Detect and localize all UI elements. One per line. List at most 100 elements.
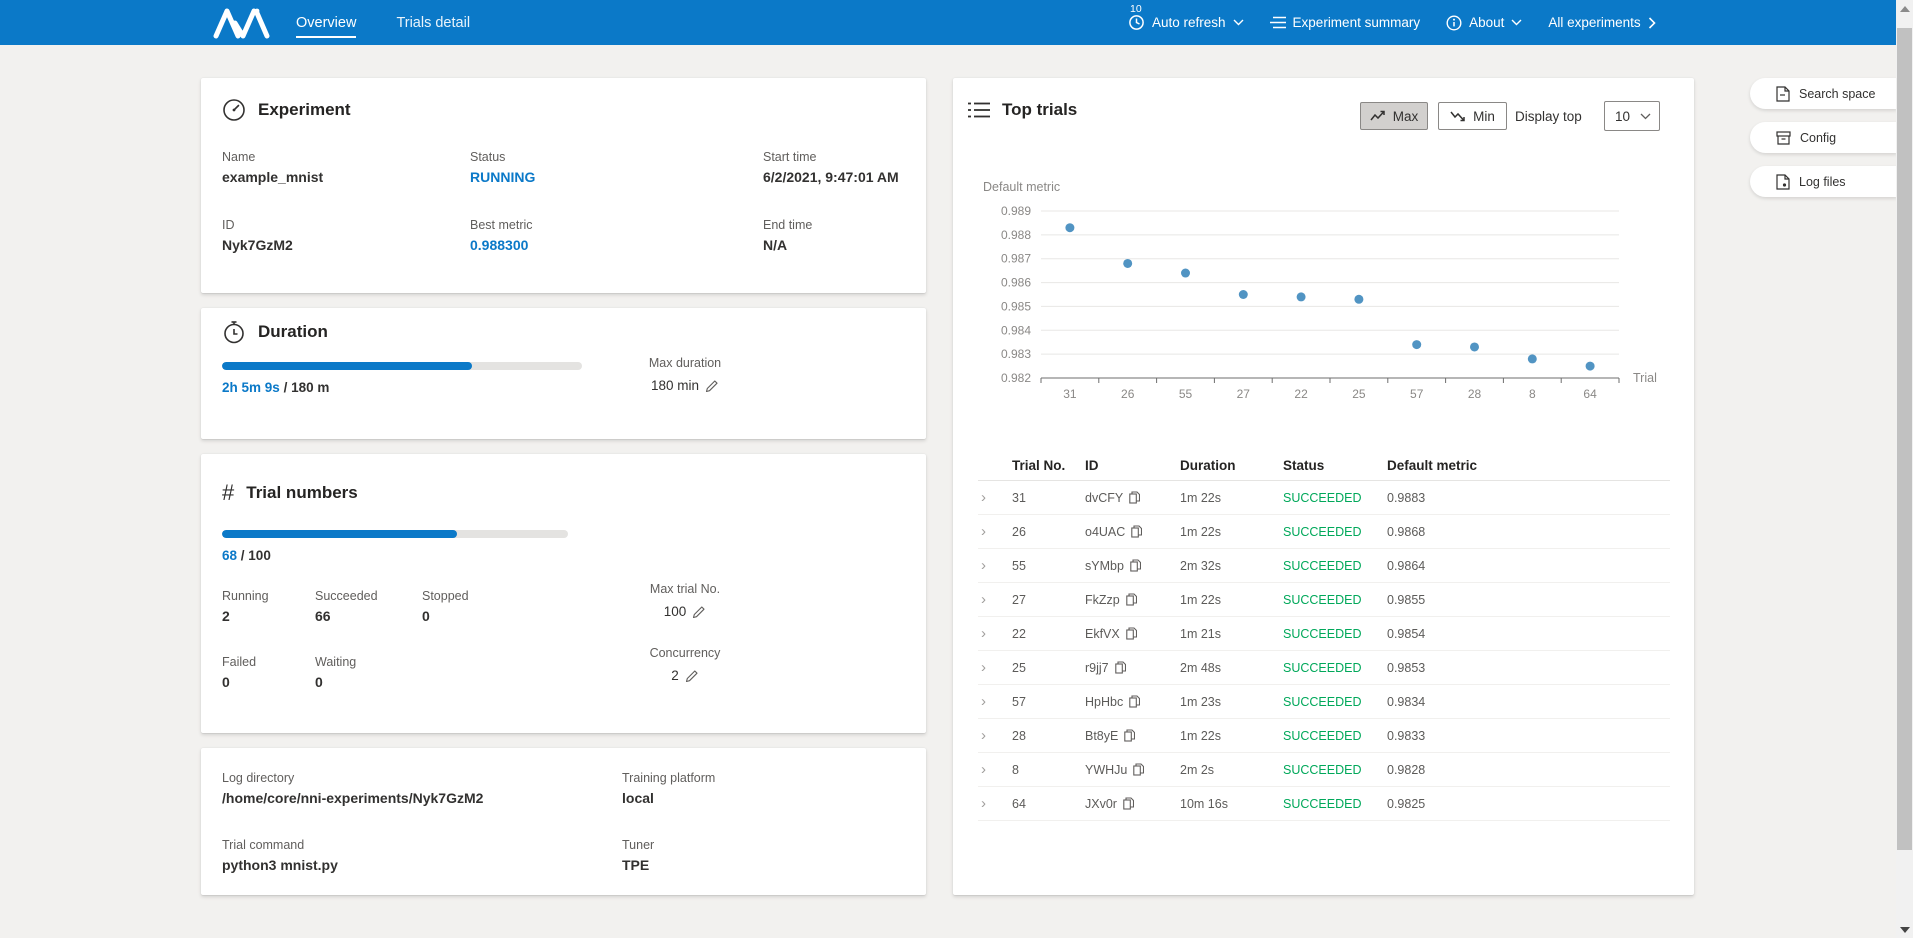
search-space-button[interactable]: Search space bbox=[1750, 78, 1897, 109]
trial-expand-chevron[interactable]: › bbox=[978, 761, 1012, 778]
cell-duration: 1m 22s bbox=[1180, 729, 1283, 743]
name-label: Name bbox=[222, 150, 323, 164]
trial-expand-chevron[interactable]: › bbox=[978, 659, 1012, 676]
trial-expand-chevron[interactable]: › bbox=[978, 727, 1012, 744]
scrollbar-down-arrow[interactable] bbox=[1900, 927, 1910, 933]
copy-id-icon[interactable] bbox=[1126, 593, 1137, 606]
auto-refresh-label: Auto refresh bbox=[1152, 15, 1226, 30]
scrollbar-thumb[interactable] bbox=[1897, 28, 1912, 850]
scatter-point[interactable] bbox=[1586, 362, 1595, 371]
trial-expand-chevron[interactable]: › bbox=[978, 523, 1012, 540]
all-experiments-label: All experiments bbox=[1548, 15, 1640, 30]
stat-stopped: Stopped 0 bbox=[422, 589, 469, 624]
table-row[interactable]: ›31dvCFY1m 22sSUCCEEDED0.9883 bbox=[978, 481, 1670, 515]
field-best-metric: Best metric 0.988300 bbox=[470, 218, 533, 253]
scatter-point[interactable] bbox=[1297, 292, 1306, 301]
display-top-select[interactable]: 10 bbox=[1604, 101, 1660, 131]
scatter-point[interactable] bbox=[1239, 290, 1248, 299]
cell-trial-no: 28 bbox=[1012, 729, 1085, 743]
scatter-point[interactable] bbox=[1181, 269, 1190, 278]
table-row[interactable]: ›26o4UAC1m 22sSUCCEEDED0.9868 bbox=[978, 515, 1670, 549]
field-start-time: Start time 6/2/2021, 9:47:01 AM bbox=[763, 150, 899, 185]
copy-id-icon[interactable] bbox=[1129, 491, 1140, 504]
copy-id-icon[interactable] bbox=[1123, 797, 1134, 810]
hash-icon: # bbox=[222, 480, 234, 506]
copy-id-icon[interactable] bbox=[1130, 559, 1141, 572]
copy-id-icon[interactable] bbox=[1129, 695, 1140, 708]
experiment-summary-label: Experiment summary bbox=[1293, 15, 1421, 30]
experiment-summary-button[interactable]: Experiment summary bbox=[1270, 15, 1421, 30]
edit-pencil-icon[interactable] bbox=[692, 605, 706, 619]
copy-id-icon[interactable] bbox=[1133, 763, 1144, 776]
scatter-point[interactable] bbox=[1354, 295, 1363, 304]
scatter-point[interactable] bbox=[1528, 354, 1537, 363]
nni-logo bbox=[213, 7, 271, 39]
training-platform-value: local bbox=[622, 790, 715, 806]
trial-id-text: Bt8yE bbox=[1085, 729, 1118, 743]
cell-trial-no: 22 bbox=[1012, 627, 1085, 641]
cell-duration: 2m 2s bbox=[1180, 763, 1283, 777]
trial-expand-chevron[interactable]: › bbox=[978, 795, 1012, 812]
cell-duration: 1m 22s bbox=[1180, 593, 1283, 607]
field-trial-command: Trial command python3 mnist.py bbox=[222, 838, 338, 873]
stat-failed: Failed 0 bbox=[222, 655, 256, 690]
table-body: ›31dvCFY1m 22sSUCCEEDED0.9883›26o4UAC1m … bbox=[978, 481, 1670, 821]
scatter-point[interactable] bbox=[1412, 340, 1421, 349]
cell-default-metric: 0.9854 bbox=[1387, 627, 1670, 641]
cell-duration: 10m 16s bbox=[1180, 797, 1283, 811]
copy-id-icon[interactable] bbox=[1131, 525, 1142, 538]
max-button[interactable]: Max bbox=[1360, 102, 1428, 130]
chart-ytick-label: 0.986 bbox=[1001, 276, 1031, 290]
trials-progress-text: 68 / 100 bbox=[222, 548, 271, 563]
auto-refresh-control[interactable]: 10 Auto refresh bbox=[1128, 14, 1244, 31]
duration-progress-bar bbox=[222, 362, 582, 370]
table-row[interactable]: ›55sYMbp2m 32sSUCCEEDED0.9864 bbox=[978, 549, 1670, 583]
config-button[interactable]: Config bbox=[1750, 122, 1897, 153]
scatter-point[interactable] bbox=[1065, 223, 1074, 232]
table-row[interactable]: ›22EkfVX1m 21sSUCCEEDED0.9854 bbox=[978, 617, 1670, 651]
edit-pencil-icon[interactable] bbox=[685, 669, 699, 683]
trial-expand-chevron[interactable]: › bbox=[978, 591, 1012, 608]
table-row[interactable]: ›8YWHJu2m 2sSUCCEEDED0.9828 bbox=[978, 753, 1670, 787]
trial-expand-chevron[interactable]: › bbox=[978, 693, 1012, 710]
trial-id-text: HpHbc bbox=[1085, 695, 1123, 709]
max-trial-no-value: 100 bbox=[664, 604, 687, 619]
table-row[interactable]: ›28Bt8yE1m 22sSUCCEEDED0.9833 bbox=[978, 719, 1670, 753]
failed-label: Failed bbox=[222, 655, 256, 669]
trial-expand-chevron[interactable]: › bbox=[978, 557, 1012, 574]
cell-status: SUCCEEDED bbox=[1283, 661, 1387, 675]
tab-trials-detail[interactable]: Trials detail bbox=[396, 11, 470, 35]
trending-down-icon bbox=[1450, 110, 1466, 122]
nav-tabs: Overview Trials detail bbox=[296, 0, 470, 45]
field-id: ID Nyk7GzM2 bbox=[222, 218, 293, 253]
tab-overview[interactable]: Overview bbox=[296, 11, 356, 35]
table-header-row: Trial No. ID Duration Status Default met… bbox=[978, 450, 1670, 481]
scatter-point[interactable] bbox=[1123, 259, 1132, 268]
scrollbar-up-arrow[interactable] bbox=[1900, 6, 1910, 12]
trial-expand-chevron[interactable]: › bbox=[978, 625, 1012, 642]
trial-expand-chevron[interactable]: › bbox=[978, 489, 1012, 506]
stat-succeeded: Succeeded 66 bbox=[315, 589, 378, 624]
scatter-point[interactable] bbox=[1470, 342, 1479, 351]
table-row[interactable]: ›64JXv0r10m 16sSUCCEEDED0.9825 bbox=[978, 787, 1670, 821]
copy-id-icon[interactable] bbox=[1126, 627, 1137, 640]
about-menu[interactable]: About bbox=[1446, 15, 1522, 31]
log-files-button[interactable]: Log files bbox=[1750, 166, 1897, 197]
field-end-time: End time N/A bbox=[763, 218, 812, 253]
cell-status: SUCCEEDED bbox=[1283, 491, 1387, 505]
min-button[interactable]: Min bbox=[1438, 102, 1507, 130]
table-row[interactable]: ›27FkZzp1m 22sSUCCEEDED0.9855 bbox=[978, 583, 1670, 617]
col-duration: Duration bbox=[1180, 458, 1283, 473]
all-experiments-link[interactable]: All experiments bbox=[1548, 15, 1655, 30]
cell-default-metric: 0.9825 bbox=[1387, 797, 1670, 811]
edit-pencil-icon[interactable] bbox=[705, 379, 719, 393]
list-lines-icon bbox=[1270, 16, 1286, 29]
cell-trial-id: r9jj7 bbox=[1085, 661, 1180, 675]
copy-id-icon[interactable] bbox=[1124, 729, 1135, 742]
table-row[interactable]: ›25r9jj72m 48sSUCCEEDED0.9853 bbox=[978, 651, 1670, 685]
log-directory-value: /home/core/nni-experiments/Nyk7GzM2 bbox=[222, 790, 483, 806]
table-row[interactable]: ›57HpHbc1m 23sSUCCEEDED0.9834 bbox=[978, 685, 1670, 719]
top-trials-card-title: Top trials bbox=[968, 100, 1077, 120]
copy-id-icon[interactable] bbox=[1115, 661, 1126, 674]
about-label: About bbox=[1469, 15, 1504, 30]
